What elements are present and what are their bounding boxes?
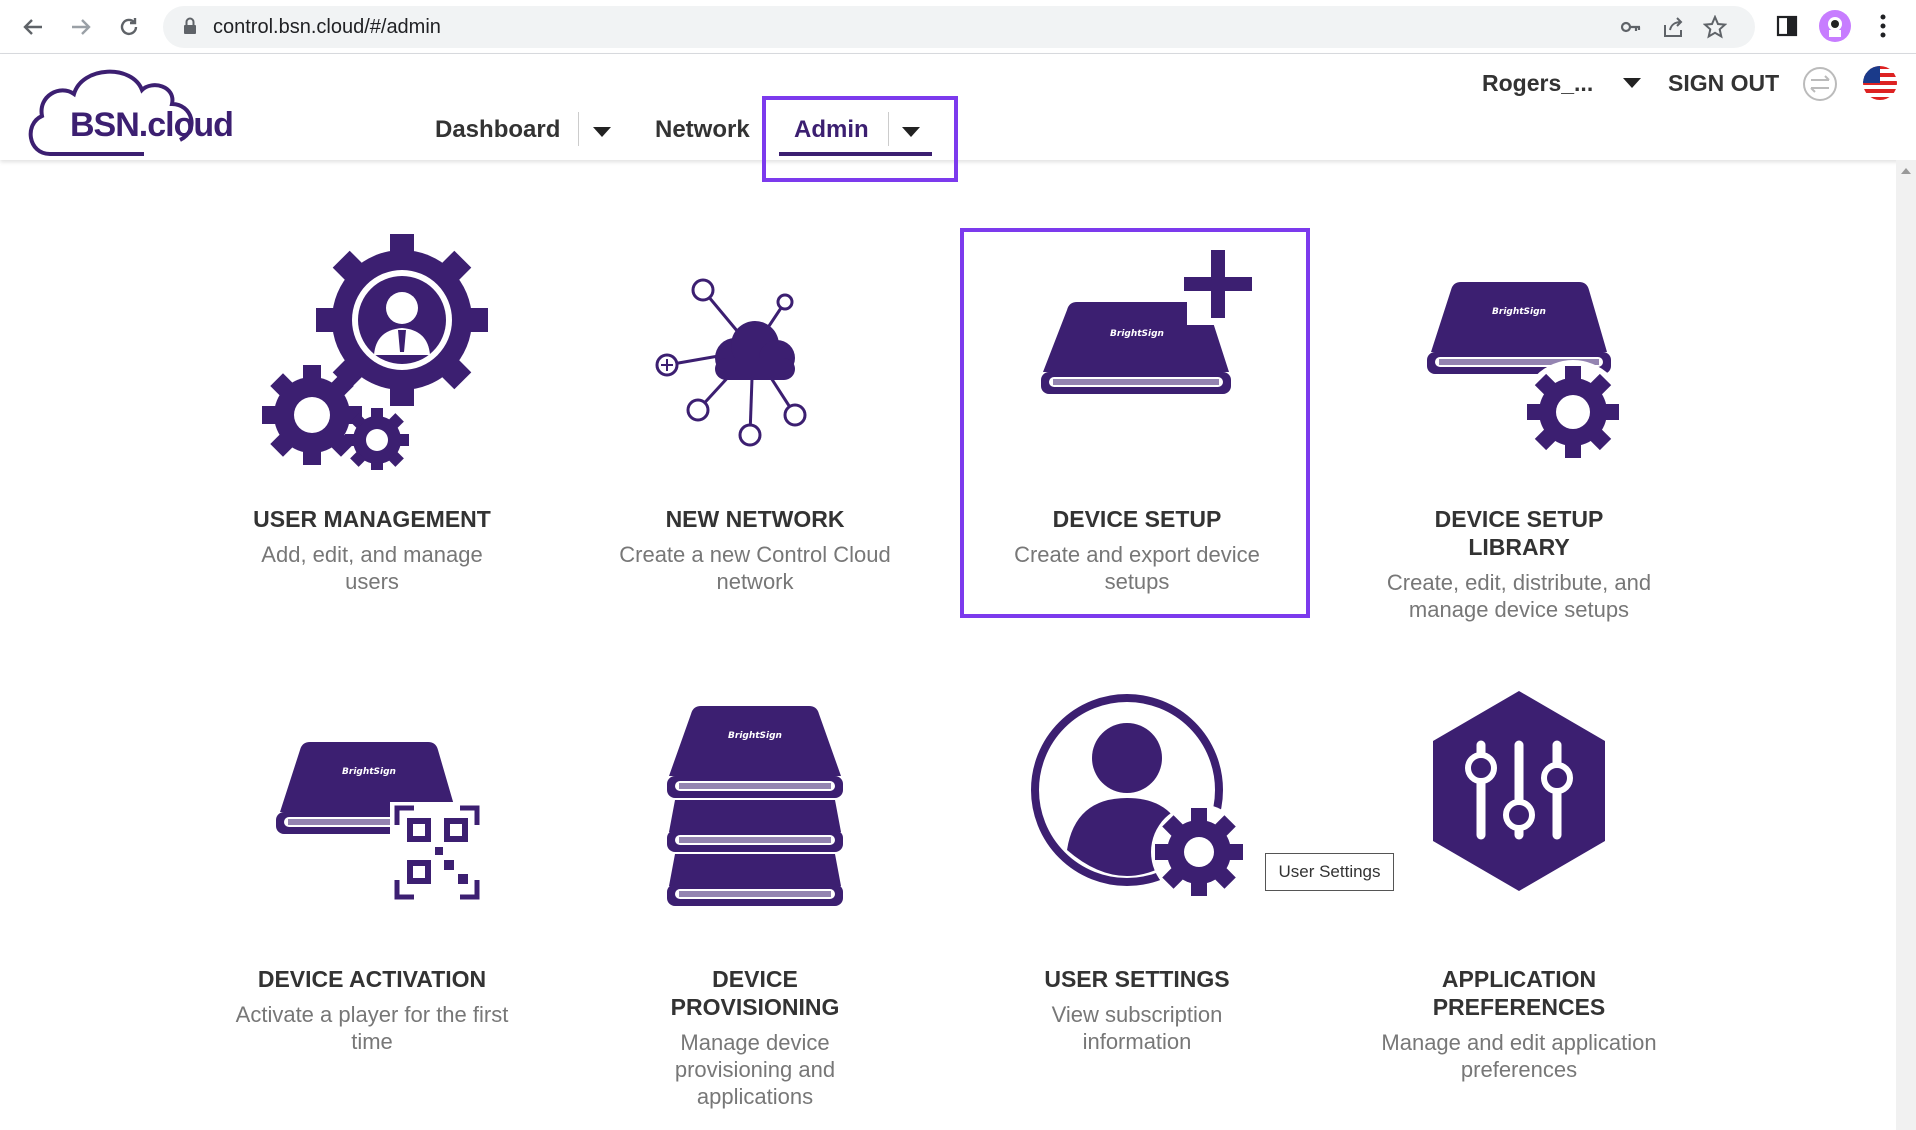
admin-tab-underline bbox=[779, 152, 932, 156]
browser-toolbar: control.bsn.cloud/#/admin bbox=[0, 0, 1916, 54]
profile-avatar-icon[interactable] bbox=[1818, 9, 1852, 48]
lock-icon bbox=[183, 17, 197, 40]
tile-description: Activate a player for the first time bbox=[235, 1002, 509, 1054]
admin-tab-highlight bbox=[762, 96, 958, 182]
logo-text: BSN.cloud bbox=[70, 106, 234, 144]
key-icon[interactable] bbox=[1619, 15, 1643, 39]
device-activation-icon: BrightSign bbox=[202, 690, 542, 930]
user-management-icon bbox=[202, 230, 542, 470]
url-text: control.bsn.cloud/#/admin bbox=[213, 16, 441, 38]
vertical-scrollbar[interactable] bbox=[1896, 160, 1916, 1130]
app-header: BSN.cloud Dashboard Network Admin Rogers… bbox=[0, 54, 1916, 160]
brightsign-label: BrightSign bbox=[728, 731, 782, 741]
address-bar[interactable]: control.bsn.cloud/#/admin bbox=[163, 6, 1755, 48]
brightsign-label: BrightSign bbox=[342, 767, 396, 777]
reload-icon[interactable] bbox=[112, 10, 146, 44]
tile-title: USER SETTINGS bbox=[1044, 966, 1230, 992]
device-provisioning-icon: BrightSign bbox=[585, 672, 925, 932]
tile-title: NEW NETWORK bbox=[665, 506, 845, 532]
nav-network[interactable]: Network bbox=[655, 116, 750, 144]
kebab-menu-icon[interactable] bbox=[1880, 14, 1886, 43]
tile-description: Create, edit, distribute, and manage dev… bbox=[1386, 570, 1652, 622]
tile-title: DEVICE SETUP LIBRARY bbox=[1434, 506, 1604, 560]
share-icon[interactable] bbox=[1661, 15, 1685, 39]
tile-description: Add, edit, and manage users bbox=[261, 542, 483, 594]
tile-title: DEVICE ACTIVATION bbox=[257, 966, 487, 992]
dashboard-dropdown-icon[interactable] bbox=[593, 127, 611, 137]
user-dropdown-icon[interactable] bbox=[1623, 78, 1641, 88]
tile-title: APPLICATION PREFERENCES bbox=[1432, 966, 1606, 1020]
forward-arrow-icon[interactable] bbox=[64, 10, 98, 44]
user-name[interactable]: Rogers_... bbox=[1482, 70, 1593, 97]
nav-separator bbox=[578, 112, 579, 146]
star-icon[interactable] bbox=[1702, 14, 1728, 39]
brightsign-label: BrightSign bbox=[1492, 307, 1546, 317]
tile-description: Create a new Control Cloud network bbox=[619, 542, 891, 594]
sign-out-button[interactable]: SIGN OUT bbox=[1668, 70, 1779, 97]
us-flag-icon[interactable] bbox=[1862, 65, 1898, 107]
nav-dashboard[interactable]: Dashboard bbox=[435, 116, 560, 144]
scroll-up-icon[interactable] bbox=[1901, 168, 1911, 174]
tile-title: USER MANAGEMENT bbox=[253, 506, 491, 532]
tile-description: Manage and edit application preferences bbox=[1381, 1030, 1657, 1082]
device-setup-library-icon: BrightSign bbox=[1349, 230, 1689, 470]
switch-network-icon[interactable] bbox=[1802, 66, 1838, 108]
back-arrow-icon[interactable] bbox=[16, 10, 50, 44]
tile-title: DEVICE PROVISIONING bbox=[670, 966, 840, 1020]
tile-description: Manage device provisioning and applicati… bbox=[674, 1030, 836, 1109]
new-network-icon bbox=[585, 230, 925, 470]
tile-description: View subscription information bbox=[1051, 1002, 1223, 1054]
user-settings-icon bbox=[967, 680, 1307, 920]
bsn-cloud-logo[interactable]: BSN.cloud bbox=[20, 60, 235, 163]
application-preferences-icon bbox=[1349, 675, 1689, 915]
side-panel-icon[interactable] bbox=[1776, 15, 1798, 42]
device-setup-highlight bbox=[960, 228, 1310, 618]
